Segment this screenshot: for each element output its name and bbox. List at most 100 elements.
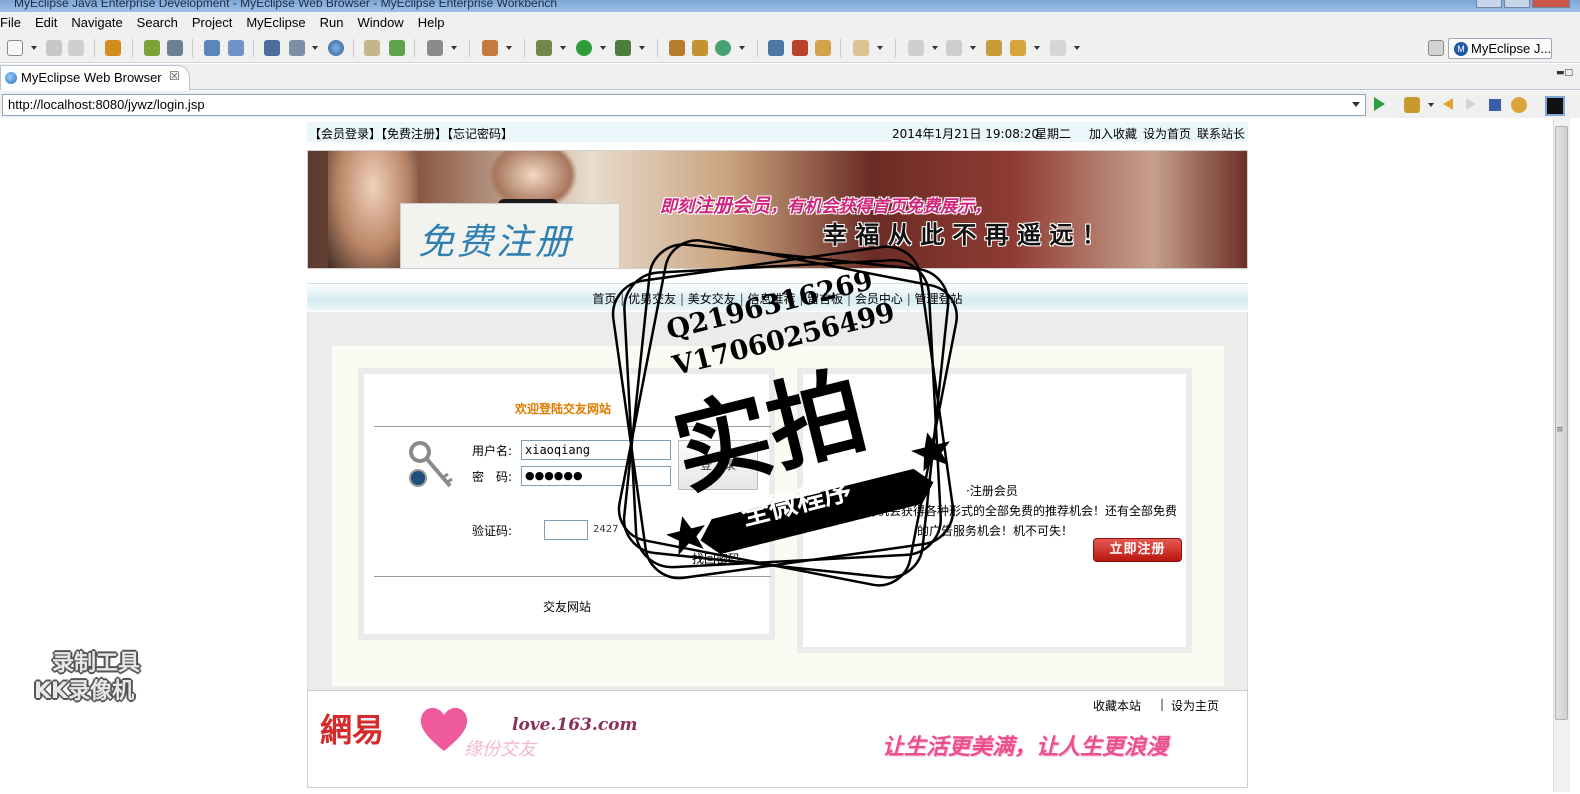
footer-brand: 網易 [320, 711, 385, 749]
new-icon[interactable] [7, 40, 23, 56]
refresh-icon[interactable] [1511, 97, 1527, 113]
recorder-watermark-line2: KK录像机 [34, 679, 135, 704]
recorder-watermark-line1: 录制工具 [52, 651, 141, 676]
edit-icon[interactable] [204, 40, 220, 56]
open-folder-icon[interactable] [364, 40, 380, 56]
menu-file[interactable]: File [0, 15, 28, 30]
footer-bookmark-link[interactable]: 收藏本站 [1093, 697, 1141, 714]
back-icon[interactable] [1010, 40, 1026, 56]
open-perspective-icon[interactable] [1428, 40, 1444, 56]
run-dropdown-icon[interactable] [600, 46, 606, 50]
nav-home[interactable]: 首页 [592, 292, 616, 306]
url-history-dropdown-icon[interactable] [1352, 102, 1360, 107]
password-input[interactable]: ●●●●●● [521, 466, 671, 486]
menu-search[interactable]: Search [130, 15, 185, 30]
rocket-icon[interactable] [792, 40, 808, 56]
nav-admin-login[interactable]: 管理登站 [915, 292, 963, 306]
search-dropdown-icon[interactable] [877, 46, 883, 50]
back-dropdown-icon[interactable] [1034, 46, 1040, 50]
nav-member-center[interactable]: 会员中心 [855, 292, 903, 306]
footer-homepage-link[interactable]: 设为主页 [1171, 697, 1219, 714]
new-class-dropdown-icon[interactable] [506, 46, 512, 50]
tab-web-browser[interactable]: MyEclipse Web Browser ☒ [0, 65, 190, 90]
register-now-button[interactable]: 立即注册 [1093, 538, 1182, 562]
browser-forward-icon[interactable] [1466, 98, 1476, 110]
print-icon[interactable] [68, 40, 84, 56]
globe-icon[interactable] [328, 40, 344, 56]
login-button[interactable]: 登 录 [678, 440, 758, 490]
nav-male[interactable]: 优男交友 [628, 292, 676, 306]
menu-window[interactable]: Window [350, 15, 410, 30]
external-tools-icon[interactable] [615, 40, 631, 56]
close-tab-icon[interactable]: ☒ [169, 69, 180, 83]
menu-myeclipse[interactable]: MyEclipse [239, 15, 312, 30]
menu-navigate[interactable]: Navigate [64, 15, 129, 30]
new-type-dropdown-icon[interactable] [739, 46, 745, 50]
password-label: 密 码: [472, 470, 513, 484]
forgot-password-link[interactable]: 找回密码 [692, 550, 740, 567]
link-contact-admin[interactable]: 联系站长 [1197, 125, 1245, 142]
build-icon[interactable] [144, 40, 160, 56]
myeclipse-icon: M [1454, 42, 1468, 56]
prev-annotation-dropdown-icon[interactable] [970, 46, 976, 50]
menu-project[interactable]: Project [185, 15, 239, 30]
window-title: MyEclipse Java Enterprise Development - … [14, 0, 558, 10]
nav-female[interactable]: 美女交友 [688, 292, 736, 306]
camera-dropdown-icon[interactable] [451, 46, 457, 50]
scrollbar-thumb[interactable] [1555, 126, 1568, 720]
debug-dropdown-icon[interactable] [560, 46, 566, 50]
server-run-icon[interactable] [289, 40, 305, 56]
deploy-icon[interactable] [167, 40, 183, 56]
forward-icon[interactable] [1050, 40, 1066, 56]
new-class-icon[interactable] [482, 40, 498, 56]
external-tools-dropdown-icon[interactable] [639, 46, 645, 50]
maximize-button[interactable] [1504, 0, 1530, 8]
next-annotation-icon[interactable] [908, 40, 924, 56]
server-dropdown-icon[interactable] [312, 46, 318, 50]
perspective-button[interactable]: M MyEclipse J... [1448, 38, 1552, 59]
prev-annotation-icon[interactable] [946, 40, 962, 56]
package-icon[interactable] [105, 40, 121, 56]
close-window-button[interactable] [1532, 0, 1570, 8]
nav-guestbook[interactable]: 留言板 [807, 292, 843, 306]
search-folder-icon[interactable] [853, 40, 869, 56]
run-icon[interactable] [576, 40, 592, 56]
register-banner[interactable]: 免费注册 即刻注册会员，有机会获得首页免费展示， 幸 福 从 此 不 再 遥 远… [307, 150, 1248, 269]
stop-icon[interactable] [1489, 99, 1501, 111]
menu-help[interactable]: Help [411, 15, 452, 30]
captcha-input[interactable] [544, 520, 588, 540]
open-task-icon[interactable] [815, 40, 831, 56]
url-input[interactable]: http://localhost:8080/jywz/login.jsp [2, 94, 1366, 116]
new-dropdown-icon[interactable] [31, 46, 37, 50]
go-icon[interactable] [1374, 97, 1385, 111]
favorites-icon[interactable] [1404, 97, 1420, 113]
new-package-icon[interactable] [692, 40, 708, 56]
favorites-dropdown-icon[interactable] [1428, 103, 1434, 107]
site-nav-bar: 首页 | 优男交友 | 美女交友 | 信息推荐 | 留言板 | 会员中心 | 管… [307, 283, 1248, 311]
nav-recommend[interactable]: 信息推荐 [747, 292, 795, 306]
console-icon[interactable] [1545, 96, 1565, 116]
forward-dropdown-icon[interactable] [1074, 46, 1080, 50]
link-set-homepage[interactable]: 设为首页 [1143, 125, 1191, 142]
new-type-icon[interactable] [715, 40, 731, 56]
new-project-icon[interactable] [669, 40, 685, 56]
minimize-button[interactable] [1476, 0, 1502, 8]
open-type-icon[interactable] [768, 40, 784, 56]
next-annotation-dropdown-icon[interactable] [932, 46, 938, 50]
save-icon[interactable] [46, 40, 62, 56]
link-add-favorite[interactable]: 加入收藏 [1089, 125, 1137, 142]
view-minimize-maximize-icon[interactable]: ▬□ [1556, 68, 1573, 78]
wizard-icon[interactable] [228, 40, 244, 56]
debug-icon[interactable] [536, 40, 552, 56]
add-folder-icon[interactable] [389, 40, 405, 56]
camera-icon[interactable] [427, 40, 443, 56]
username-input[interactable] [521, 440, 671, 460]
last-edit-icon[interactable] [986, 40, 1002, 56]
footer-brand-sub: 缘份交友 [464, 739, 536, 760]
server-icon[interactable] [264, 40, 280, 56]
menu-edit[interactable]: Edit [28, 15, 64, 30]
member-links[interactable]: 【会员登录】【免费注册】【忘记密码】 [309, 125, 513, 142]
login-footer-text: 交友网站 [543, 600, 592, 614]
browser-back-icon[interactable] [1443, 98, 1453, 110]
menu-run[interactable]: Run [313, 15, 351, 30]
